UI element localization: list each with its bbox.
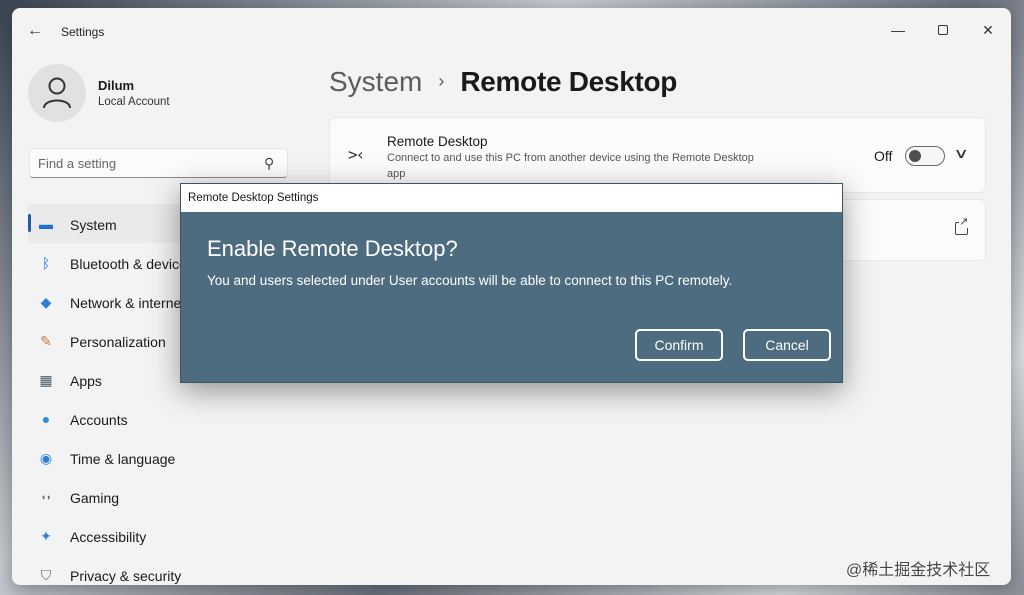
breadcrumb: System › Remote Desktop — [329, 66, 677, 98]
search-input[interactable] — [38, 154, 258, 172]
sidebar-item-label: System — [70, 217, 117, 233]
confirm-button[interactable]: Confirm — [635, 329, 723, 361]
remote-desktop-card[interactable]: >‹ Remote Desktop Connect to and use thi… — [329, 117, 986, 193]
sidebar-item-accessibility[interactable]: ✦ Accessibility — [28, 516, 288, 555]
dialog-message: You and users selected under User accoun… — [207, 273, 733, 288]
brush-icon: ✎ — [40, 333, 52, 349]
sidebar-item-label: Accounts — [70, 412, 128, 428]
controller-icon: ◖◗ — [40, 492, 52, 502]
sidebar-item-label: Gaming — [70, 490, 120, 506]
search-icon[interactable]: ⚲ — [264, 155, 274, 172]
apps-icon: ▦ — [39, 372, 53, 388]
sidebar-item-label: Time & language — [70, 451, 176, 467]
person-icon — [43, 77, 71, 109]
toggle-state-label: Off — [874, 148, 893, 164]
accessibility-icon: ✦ — [40, 528, 52, 544]
chevron-down-icon[interactable]: ∨ — [953, 145, 968, 162]
sidebar-item-label: Apps — [70, 373, 102, 389]
sidebar-item-label: Bluetooth & devices — [70, 256, 194, 272]
bluetooth-icon: ᛒ — [41, 255, 51, 271]
remote-desktop-toggle[interactable] — [905, 146, 945, 166]
back-arrow-icon[interactable]: ← — [26, 22, 44, 40]
sidebar-item-privacy[interactable]: ⛉ Privacy & security — [28, 555, 288, 585]
sidebar-item-label: Accessibility — [70, 529, 147, 545]
remote-desktop-icon: >‹ — [348, 145, 365, 164]
enable-remote-desktop-dialog: Remote Desktop Settings Enable Remote De… — [180, 183, 843, 383]
maximize-icon — [938, 25, 948, 35]
sidebar-item-label: Personalization — [70, 334, 166, 350]
sidebar-item-gaming[interactable]: ◖◗ Gaming — [28, 477, 288, 516]
remote-desktop-title: Remote Desktop — [387, 134, 488, 149]
watermark-text: @稀土掘金技术社区 — [846, 562, 991, 579]
dialog-heading: Enable Remote Desktop? — [207, 236, 458, 261]
remote-desktop-description: Connect to and use this PC from another … — [387, 152, 754, 180]
toggle-knob — [909, 150, 921, 162]
page-title: Remote Desktop — [460, 66, 678, 97]
dialog-title-bar: Remote Desktop Settings — [181, 184, 842, 212]
wifi-icon: ◆ — [40, 294, 52, 310]
sidebar-item-label: Privacy & security — [70, 568, 182, 584]
user-name: Dilum — [98, 78, 135, 93]
breadcrumb-parent[interactable]: System — [329, 66, 422, 97]
sidebar-item-time-language[interactable]: ◉ Time & language — [28, 438, 288, 477]
close-button[interactable]: ✕ — [973, 16, 1003, 44]
app-title: Settings — [61, 25, 105, 39]
account-type: Local Account — [98, 96, 170, 108]
monitor-icon: ▬ — [39, 216, 53, 232]
title-bar: ← Settings — ✕ — [12, 8, 1011, 54]
avatar — [28, 64, 86, 122]
chevron-right-icon: › — [438, 71, 445, 91]
shield-icon: ⛉ — [40, 567, 52, 583]
search-box[interactable]: ⚲ — [29, 148, 288, 178]
open-external-icon[interactable] — [955, 217, 969, 235]
cancel-button[interactable]: Cancel — [743, 329, 831, 361]
maximize-button[interactable] — [928, 16, 958, 44]
person-icon: ● — [41, 411, 51, 427]
sidebar-item-label: Network & internet — [70, 295, 186, 311]
globe-icon: ◉ — [39, 450, 53, 466]
minimize-button[interactable]: — — [883, 16, 913, 44]
dialog-title: Remote Desktop Settings — [188, 192, 319, 204]
sidebar-item-accounts[interactable]: ● Accounts — [28, 399, 288, 438]
